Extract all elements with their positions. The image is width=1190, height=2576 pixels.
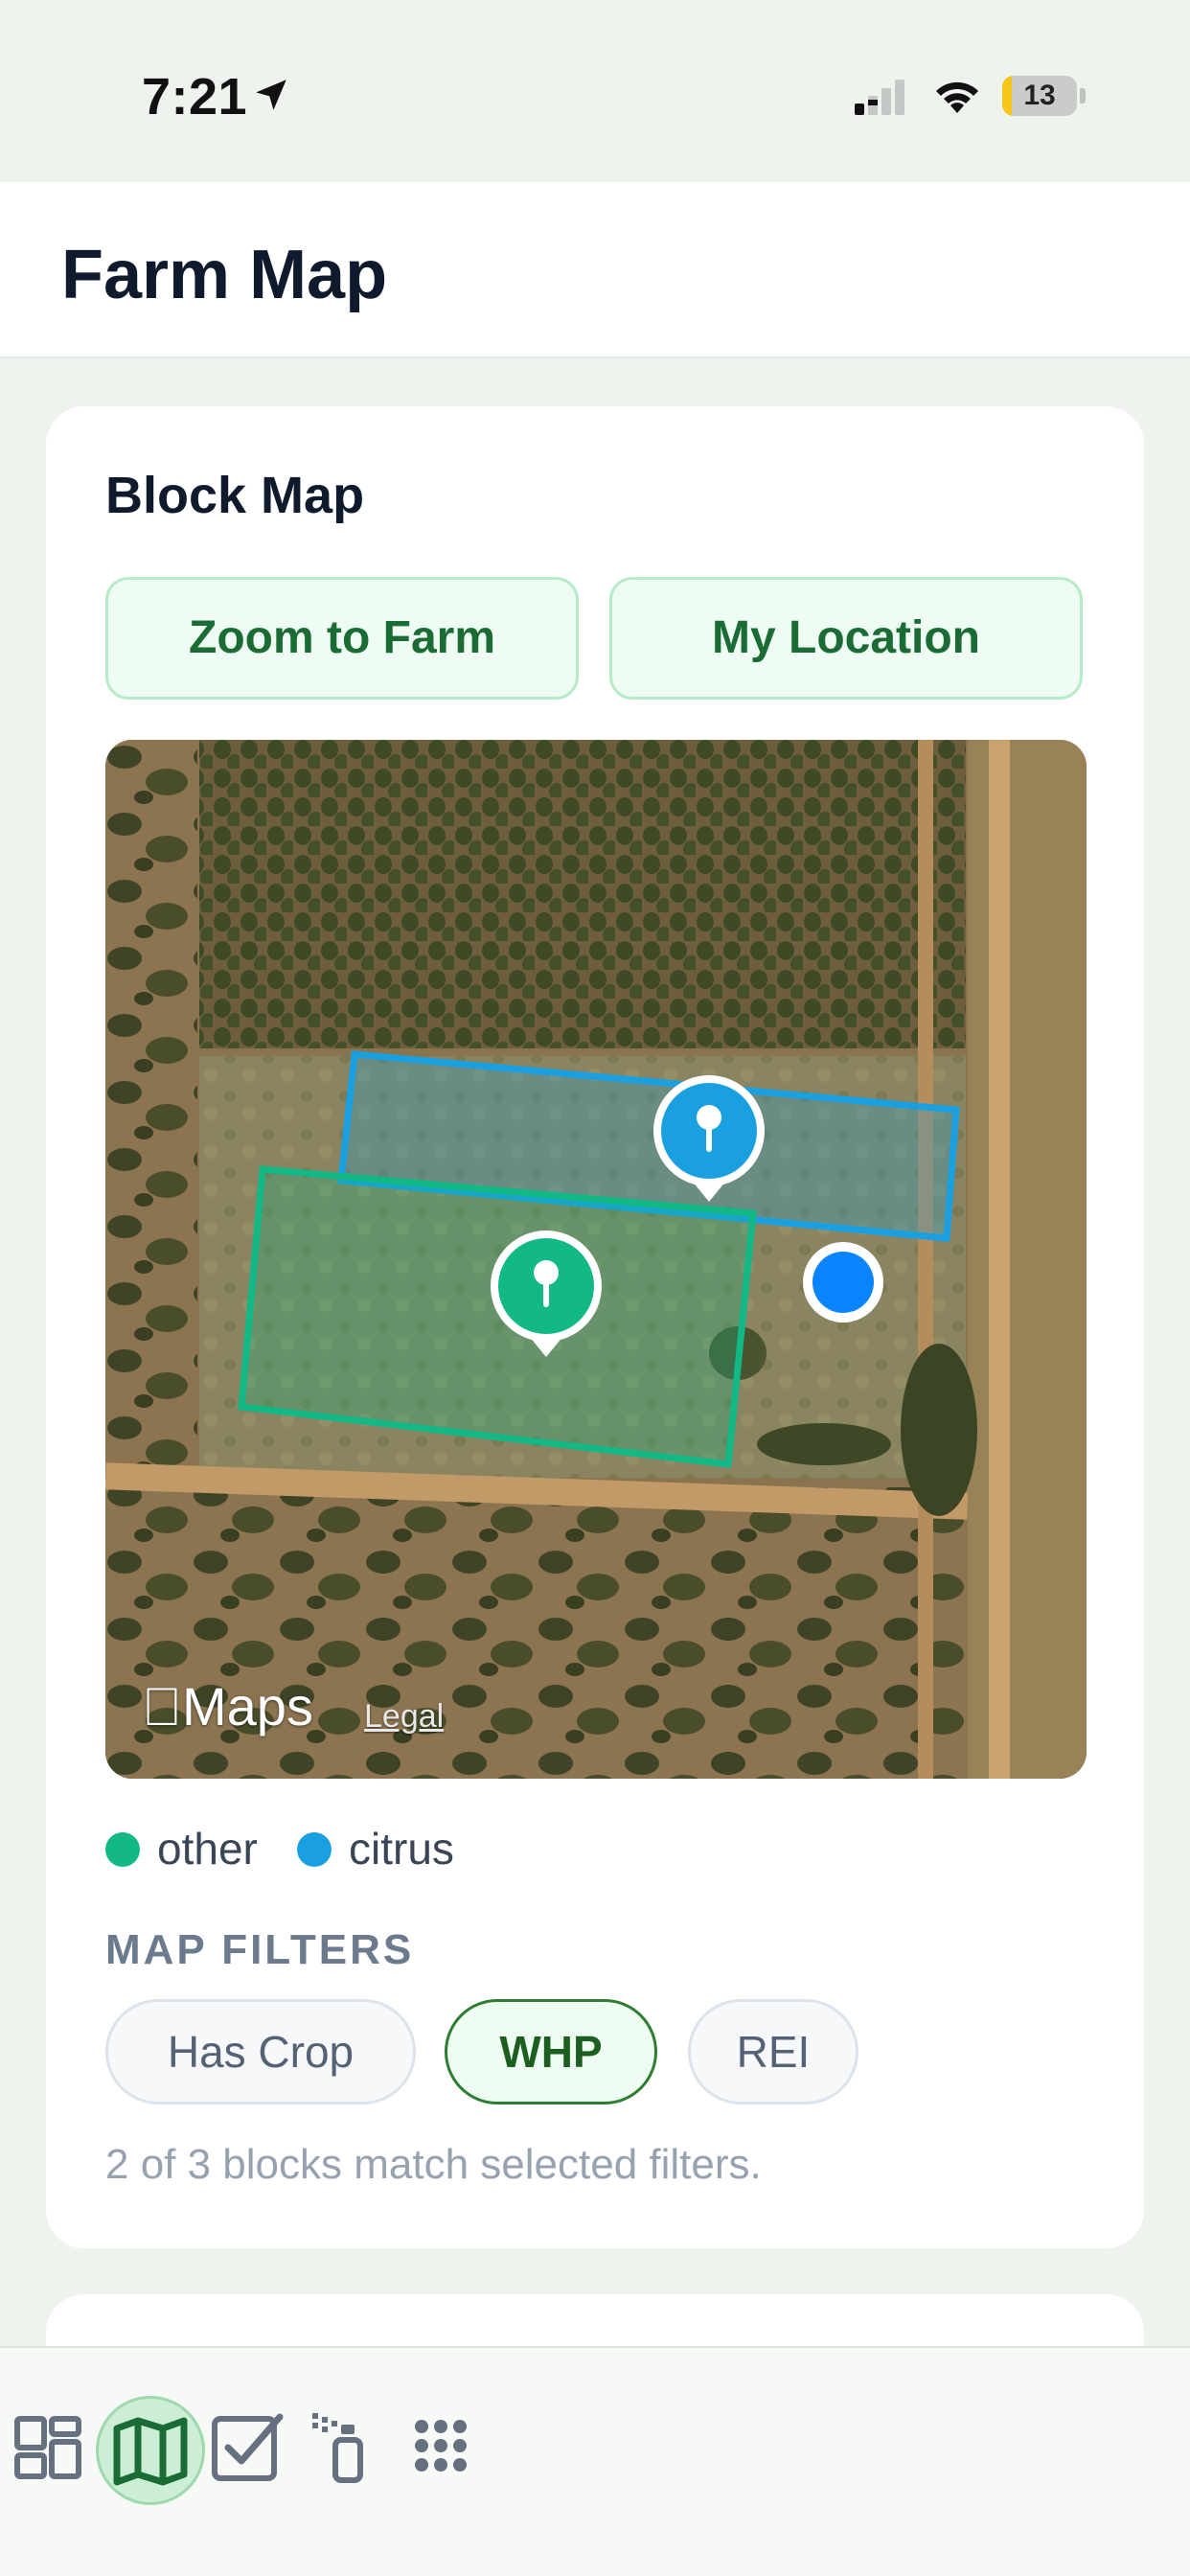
bottom-tab-bar bbox=[0, 2346, 1190, 2576]
filter-chip-has-crop[interactable]: Has Crop bbox=[105, 1999, 416, 2104]
card-title: Block Map bbox=[105, 467, 365, 524]
status-bar: 7:21 13 bbox=[0, 0, 1190, 182]
user-location-dot bbox=[803, 1242, 883, 1322]
legend-label: other bbox=[157, 1824, 258, 1874]
battery-icon: 13 bbox=[1002, 76, 1086, 116]
legend-label: citrus bbox=[349, 1824, 454, 1874]
map-imagery bbox=[105, 740, 1087, 1779]
filter-chip-rei[interactable]: REI bbox=[688, 1999, 858, 2104]
more-grid-icon[interactable] bbox=[408, 2398, 508, 2497]
battery-level: 13 bbox=[1023, 80, 1056, 111]
status-time: 7:21 bbox=[142, 68, 248, 126]
cellular-signal-icon bbox=[855, 80, 904, 115]
dashboard-icon[interactable] bbox=[11, 2398, 111, 2497]
apple-maps-attribution: Maps bbox=[142, 1676, 313, 1736]
block-map-card: Block Map Zoom to Farm My Location Maps … bbox=[46, 406, 1144, 2248]
location-arrow-icon bbox=[256, 80, 286, 110]
map-filters-heading: MAP FILTERS bbox=[105, 1926, 415, 1973]
sprayer-icon[interactable] bbox=[309, 2398, 408, 2497]
map-icon[interactable] bbox=[105, 2398, 205, 2497]
filter-match-count: 2 of 3 blocks match selected filters. bbox=[105, 2141, 762, 2188]
my-location-button[interactable]: My Location bbox=[609, 577, 1083, 700]
legend-dot-citrus bbox=[297, 1832, 332, 1867]
checklist-icon[interactable] bbox=[209, 2398, 309, 2497]
page-title: Farm Map bbox=[61, 237, 388, 313]
legal-link[interactable]: Legal bbox=[364, 1698, 444, 1736]
satellite-map[interactable]: Maps Legal bbox=[105, 740, 1087, 1779]
legend-dot-other bbox=[105, 1832, 140, 1867]
app-header: Farm Map bbox=[0, 182, 1190, 358]
zoom-to-farm-button[interactable]: Zoom to Farm bbox=[105, 577, 579, 700]
wifi-icon bbox=[936, 81, 978, 113]
filter-chip-whp[interactable]: WHP bbox=[445, 1999, 657, 2104]
